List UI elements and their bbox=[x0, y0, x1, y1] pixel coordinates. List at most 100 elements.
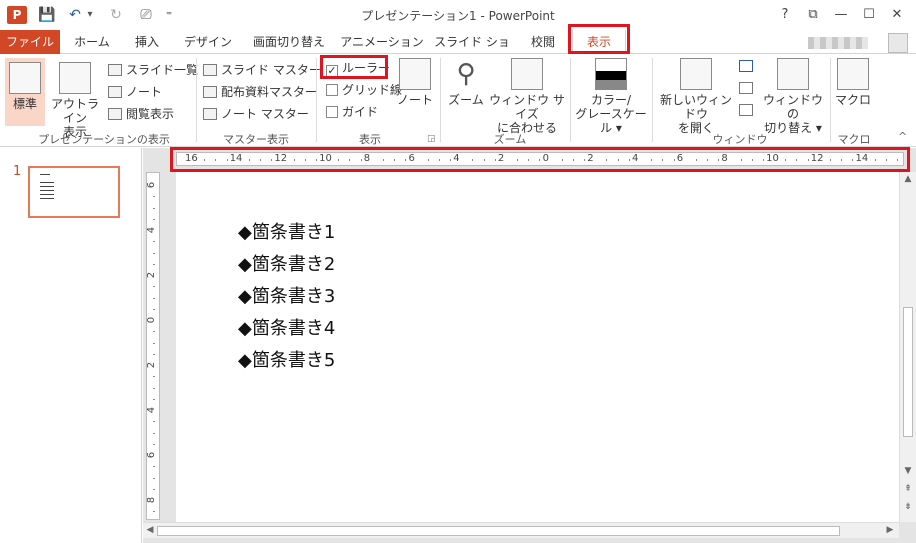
ruler-tick-label: 2 bbox=[146, 271, 158, 279]
ruler-tick bbox=[153, 466, 155, 468]
macros-icon bbox=[837, 58, 869, 90]
ruler-tick-label: 8 bbox=[146, 496, 158, 504]
title-bar: P 💾 ↶ ▾ ↻ ⎚ ⁼ プレゼンテーション1 - PowerPoint ? … bbox=[0, 0, 916, 30]
close-button[interactable]: ✕ bbox=[886, 4, 908, 26]
zoom-button[interactable]: ⚲ ズーム bbox=[446, 58, 486, 107]
ribbon-display-options-icon[interactable]: ⧉ bbox=[802, 4, 824, 26]
tab-transitions[interactable]: 画面切り替え bbox=[248, 30, 330, 54]
tab-home[interactable]: ホーム bbox=[66, 30, 118, 54]
ruler-tick-label: 4 bbox=[146, 226, 158, 234]
ruler-tick bbox=[153, 218, 155, 220]
group-label-presentation-views: プレゼンテーションの表示 bbox=[38, 133, 170, 146]
reading-view-icon bbox=[108, 108, 122, 120]
show-dialog-launcher-icon[interactable]: ◲ bbox=[427, 134, 436, 144]
handout-master-icon bbox=[203, 86, 217, 98]
vertical-scroll-thumb[interactable] bbox=[903, 307, 913, 437]
scroll-left-icon[interactable]: ◀ bbox=[143, 525, 157, 535]
minimize-button[interactable]: — bbox=[830, 4, 852, 26]
handout-master-button[interactable]: 配布資料マスター bbox=[203, 82, 317, 102]
group-label-master-views: マスター表示 bbox=[223, 133, 289, 146]
slide-thumbnails-pane: 1 bbox=[0, 148, 142, 543]
bullet-item[interactable]: ◆箇条書き4 bbox=[238, 314, 335, 340]
cascade-icon[interactable] bbox=[739, 82, 753, 94]
scroll-down-icon[interactable]: ▼ bbox=[901, 466, 915, 476]
ruler-tick bbox=[153, 488, 155, 490]
reading-view-button[interactable]: 閲覧表示 bbox=[108, 104, 174, 124]
tab-insert[interactable]: 挿入 bbox=[124, 30, 170, 54]
color-grayscale-icon bbox=[595, 58, 627, 90]
outline-view-button[interactable]: アウトライン 表示 bbox=[48, 58, 102, 139]
ruler-tick bbox=[153, 443, 155, 445]
group-label-show: 表示 bbox=[359, 133, 381, 146]
ruler-tick bbox=[153, 252, 155, 254]
slide-master-button[interactable]: スライド マスター bbox=[203, 60, 321, 80]
tab-file[interactable]: ファイル bbox=[0, 30, 60, 54]
group-label-zoom: ズーム bbox=[493, 133, 527, 146]
bullet-item[interactable]: ◆箇条書き2 bbox=[238, 250, 335, 276]
horizontal-ruler-highlight bbox=[170, 147, 910, 172]
ruler-tick bbox=[153, 376, 155, 378]
next-slide-icon[interactable]: ⇟ bbox=[901, 502, 915, 512]
slide-master-icon bbox=[203, 64, 217, 76]
notes-page-button[interactable]: ノート bbox=[108, 82, 162, 102]
outline-view-icon bbox=[59, 62, 91, 94]
ruler-tick-label: 6 bbox=[146, 451, 158, 459]
ruler-tick bbox=[153, 196, 155, 198]
switch-windows-button[interactable]: ウィンドウの 切り替え ▾ bbox=[760, 58, 826, 135]
ruler-tick bbox=[153, 241, 155, 243]
scroll-right-icon[interactable]: ▶ bbox=[883, 525, 897, 535]
magnifier-icon: ⚲ bbox=[456, 59, 476, 89]
notes-master-button[interactable]: ノート マスター bbox=[203, 104, 309, 124]
scroll-up-icon[interactable]: ▲ bbox=[901, 174, 915, 184]
account-area[interactable] bbox=[808, 33, 908, 53]
ruler-tick bbox=[153, 297, 155, 299]
ruler-tick bbox=[153, 207, 155, 209]
ruler-tick bbox=[153, 477, 155, 479]
fit-to-window-button[interactable]: ウィンドウ サイズ に合わせる bbox=[487, 58, 567, 135]
horizontal-scrollbar[interactable]: ◀ ▶ bbox=[143, 522, 899, 538]
gridlines-checkbox[interactable]: グリッド線 bbox=[326, 80, 402, 100]
notes-pane-icon bbox=[399, 58, 431, 90]
ruler-tick bbox=[153, 353, 155, 355]
arrange-all-icon[interactable] bbox=[739, 60, 753, 72]
ruler-option-highlight bbox=[320, 55, 388, 79]
tab-slideshow[interactable]: スライド ショー bbox=[432, 30, 512, 73]
ruler-tick bbox=[153, 421, 155, 423]
slide-thumbnail[interactable] bbox=[28, 166, 120, 218]
ribbon-view: 標準 アウトライン 表示 スライド一覧 ノート 閲覧表示 プレゼンテーションの表… bbox=[0, 54, 916, 147]
collapse-ribbon-icon[interactable]: ^ bbox=[898, 130, 907, 143]
bullet-item[interactable]: ◆箇条書き1 bbox=[238, 218, 335, 244]
vertical-scrollbar[interactable]: ▲ ▼ ⇞ ⇟ bbox=[899, 172, 916, 522]
ruler-tick-label: 0 bbox=[146, 316, 158, 324]
color-grayscale-button[interactable]: カラー/ グレースケール ▾ bbox=[573, 58, 649, 135]
slide-sorter-button[interactable]: スライド一覧 bbox=[108, 60, 198, 80]
move-split-icon[interactable] bbox=[739, 104, 753, 116]
ruler-tick bbox=[153, 432, 155, 434]
macros-button[interactable]: マクロ bbox=[834, 58, 872, 107]
ruler-tick bbox=[153, 398, 155, 400]
ruler-tick bbox=[153, 387, 155, 389]
vertical-ruler[interactable]: 6 4 2 0 2 4 6 8 bbox=[146, 172, 160, 535]
slide-number: 1 bbox=[13, 164, 22, 179]
bullet-item[interactable]: ◆箇条書き3 bbox=[238, 282, 335, 308]
ruler-tick-label: 6 bbox=[146, 181, 158, 189]
normal-view-button[interactable]: 標準 bbox=[5, 58, 45, 126]
ruler-tick bbox=[153, 331, 155, 333]
previous-slide-icon[interactable]: ⇞ bbox=[901, 484, 915, 494]
help-button[interactable]: ? bbox=[774, 4, 796, 26]
ruler-tick bbox=[153, 342, 155, 344]
tab-review[interactable]: 校閲 bbox=[520, 30, 566, 54]
maximize-button[interactable]: ☐ bbox=[858, 4, 880, 26]
ruler-tick bbox=[153, 263, 155, 265]
horizontal-scroll-thumb[interactable] bbox=[157, 526, 840, 536]
tab-animations[interactable]: アニメーション bbox=[338, 30, 426, 54]
bullet-item[interactable]: ◆箇条書き5 bbox=[238, 346, 335, 372]
notes-pane-button[interactable]: ノート bbox=[396, 58, 434, 107]
avatar[interactable] bbox=[888, 33, 908, 53]
ruler-tick-label: 4 bbox=[146, 406, 158, 414]
guides-checkbox[interactable]: ガイド bbox=[326, 102, 378, 122]
group-label-window: ウィンドウ bbox=[712, 133, 768, 146]
tab-design[interactable]: デザイン bbox=[176, 30, 240, 54]
notes-page-icon bbox=[108, 86, 122, 98]
new-window-button[interactable]: 新しいウィンドウ を開く bbox=[656, 58, 736, 135]
